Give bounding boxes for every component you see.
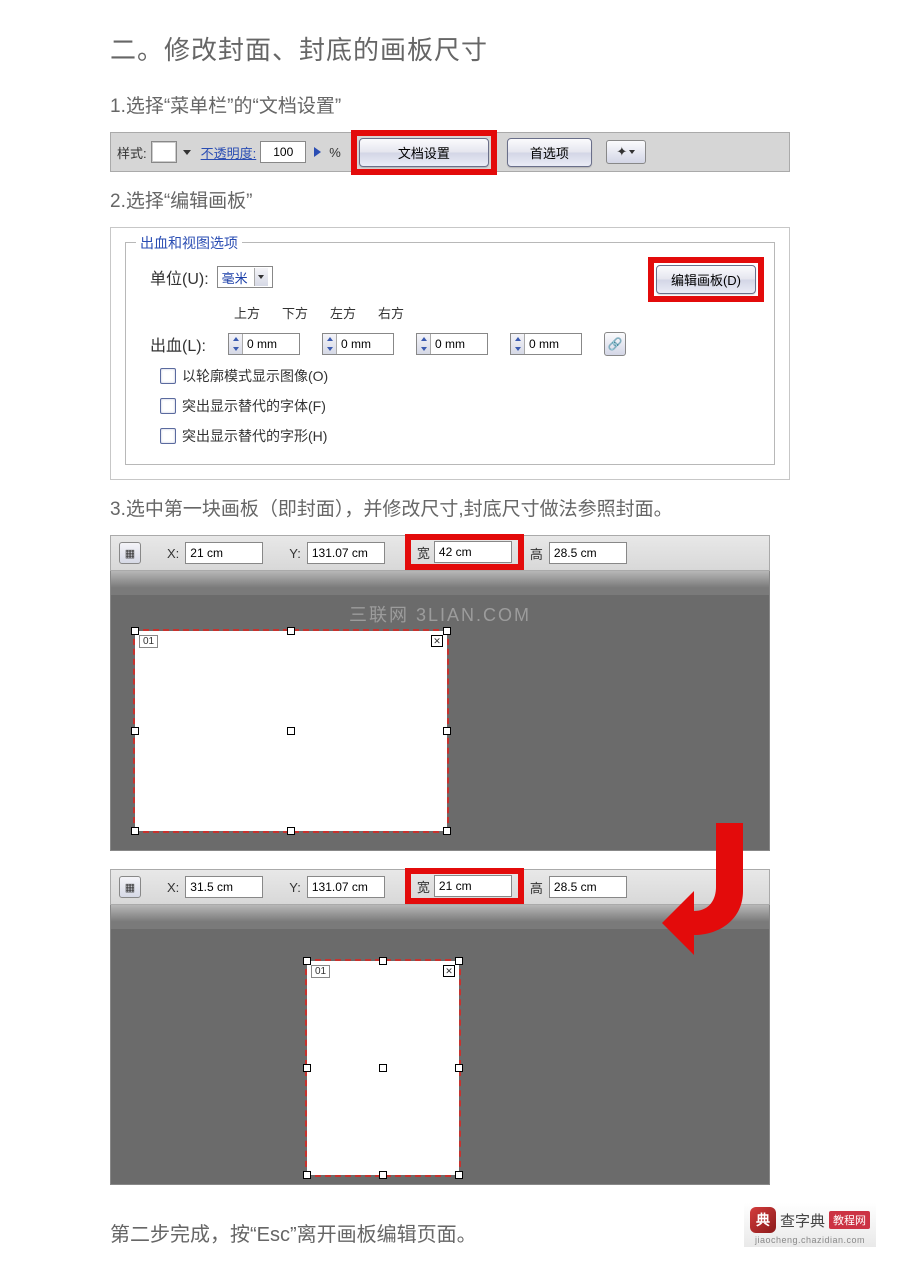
bleed-view-fieldset: 出血和视图选项 编辑画板(D) 单位(U): 毫米 上方 下: [125, 242, 775, 465]
edit-artboard-button[interactable]: 编辑画板(D): [656, 265, 756, 294]
bleed-header-bottom: 下方: [282, 303, 308, 322]
logo-mark-icon: 典: [750, 1207, 776, 1233]
resize-handle[interactable]: [131, 827, 139, 835]
checkbox-outline[interactable]: [160, 368, 176, 384]
watermark-text: 三联网 3LIAN.COM: [111, 601, 769, 627]
y-label-2: Y:: [289, 880, 301, 895]
control-bar-1: ▦ X: Y: 宽 高: [110, 535, 770, 571]
style-label: 样式:: [117, 143, 147, 162]
chevron-down-icon: [258, 275, 264, 279]
resize-handle[interactable]: [455, 957, 463, 965]
resize-handle[interactable]: [443, 827, 451, 835]
bleed-bottom-input[interactable]: [322, 333, 394, 355]
site-logo: 典 查字典 教程网 jiaocheng.chazidian.com: [744, 1203, 876, 1247]
unit-label: 单位(U):: [150, 265, 209, 289]
resize-handle[interactable]: [443, 727, 451, 735]
width-input-2[interactable]: [434, 875, 512, 897]
y-input-2[interactable]: [307, 876, 385, 898]
close-icon[interactable]: ✕: [431, 635, 443, 647]
step3-text: 3.选中第一块画板（即封面），并修改尺寸,封底尺寸做法参照封面。: [110, 494, 790, 521]
resize-handle[interactable]: [443, 627, 451, 635]
resize-handle[interactable]: [131, 727, 139, 735]
bleed-header-top: 上方: [234, 303, 260, 322]
fieldset-legend: 出血和视图选项: [136, 233, 242, 253]
preferences-button[interactable]: 首选项: [507, 138, 592, 167]
section-title: 二。修改封面、封底的画板尺寸: [110, 30, 790, 67]
highlight-doc-settings: 文档设置: [351, 130, 497, 175]
bleed-right-input[interactable]: [510, 333, 582, 355]
artboard-number-label-2: 01: [311, 965, 330, 978]
bleed-left-input[interactable]: [416, 333, 488, 355]
x-label-2: X:: [167, 880, 179, 895]
chk-font-sub-label: 突出显示替代的字体(F): [182, 396, 326, 416]
x-input[interactable]: [185, 542, 263, 564]
link-values-toggle[interactable]: 🔗: [604, 332, 626, 356]
y-input[interactable]: [307, 542, 385, 564]
magic-wand-icon: ✦: [616, 144, 627, 160]
step1-text: 1.选择“菜单栏”的“文档设置”: [110, 91, 790, 118]
w-label-2: 宽: [417, 877, 430, 896]
logo-url: jiaocheng.chazidian.com: [755, 1235, 865, 1245]
doc-settings-panel: 出血和视图选项 编辑画板(D) 单位(U): 毫米 上方 下: [110, 227, 790, 480]
x-label: X:: [167, 546, 179, 561]
height-input-2[interactable]: [549, 876, 627, 898]
close-icon[interactable]: ✕: [443, 965, 455, 977]
resize-handle[interactable]: [287, 827, 295, 835]
artboard-editor-2: ▦ X: Y: 宽 高 01 ✕: [110, 869, 770, 1185]
artboard-rect-1[interactable]: 01 ✕: [135, 631, 447, 831]
bleed-header-left: 左方: [330, 303, 356, 322]
resize-handle[interactable]: [303, 957, 311, 965]
chk-glyph-sub-label: 突出显示替代的字形(H): [182, 426, 327, 446]
resize-handle[interactable]: [287, 627, 295, 635]
opacity-input[interactable]: [260, 141, 306, 163]
highlight-width-2: 宽: [405, 868, 524, 904]
chevron-down-icon: [629, 150, 635, 154]
bleed-label: 出血(L):: [150, 332, 206, 356]
logo-brand: 查字典: [780, 1210, 825, 1231]
unit-select[interactable]: 毫米: [217, 266, 273, 288]
bleed-top-input[interactable]: [228, 333, 300, 355]
step2-text: 2.选择“编辑画板”: [110, 186, 790, 213]
logo-badge: 教程网: [829, 1211, 870, 1229]
style-swatch[interactable]: [151, 141, 177, 163]
resize-handle[interactable]: [379, 957, 387, 965]
caret-right-icon[interactable]: [314, 147, 321, 157]
y-label: Y:: [289, 546, 301, 561]
checkbox-glyph-sub[interactable]: [160, 428, 176, 444]
options-toolbar: 样式: 不透明度: % 文档设置 首选项 ✦: [110, 132, 790, 172]
resize-handle[interactable]: [303, 1171, 311, 1179]
reference-point-icon[interactable]: ▦: [119, 542, 141, 564]
control-bar-2: ▦ X: Y: 宽 高: [110, 869, 770, 905]
highlight-edit-artboard: 编辑画板(D): [648, 257, 764, 302]
reference-point-icon[interactable]: ▦: [119, 876, 141, 898]
resize-handle[interactable]: [303, 1064, 311, 1072]
h-label: 高: [530, 544, 543, 563]
highlight-width-1: 宽: [405, 534, 524, 570]
magic-wand-button[interactable]: ✦: [606, 140, 646, 164]
height-input-1[interactable]: [549, 542, 627, 564]
resize-handle[interactable]: [455, 1064, 463, 1072]
resize-handle[interactable]: [379, 1171, 387, 1179]
doc-settings-button[interactable]: 文档设置: [359, 138, 489, 167]
resize-handle[interactable]: [455, 1171, 463, 1179]
width-input-1[interactable]: [434, 541, 512, 563]
opacity-label[interactable]: 不透明度:: [201, 143, 257, 162]
center-handle[interactable]: [287, 727, 295, 735]
x-input-2[interactable]: [185, 876, 263, 898]
center-handle[interactable]: [379, 1064, 387, 1072]
footer-step-text: 第二步完成，按“Esc”离开画板编辑页面。: [110, 1218, 477, 1247]
checkbox-font-sub[interactable]: [160, 398, 176, 414]
artboard-rect-2[interactable]: 01 ✕: [307, 961, 459, 1175]
resize-handle[interactable]: [131, 627, 139, 635]
artboard-number-label: 01: [139, 635, 158, 648]
chevron-down-icon[interactable]: [183, 150, 191, 155]
bleed-header-right: 右方: [378, 303, 404, 322]
w-label: 宽: [417, 543, 430, 562]
chk-outline-label: 以轮廓模式显示图像(O): [182, 366, 328, 386]
artboard-editor-1: ▦ X: Y: 宽 高 三联网 3LIAN.COM 01: [110, 535, 770, 851]
opacity-unit: %: [329, 145, 341, 160]
unit-value: 毫米: [222, 268, 248, 287]
h-label-2: 高: [530, 878, 543, 897]
